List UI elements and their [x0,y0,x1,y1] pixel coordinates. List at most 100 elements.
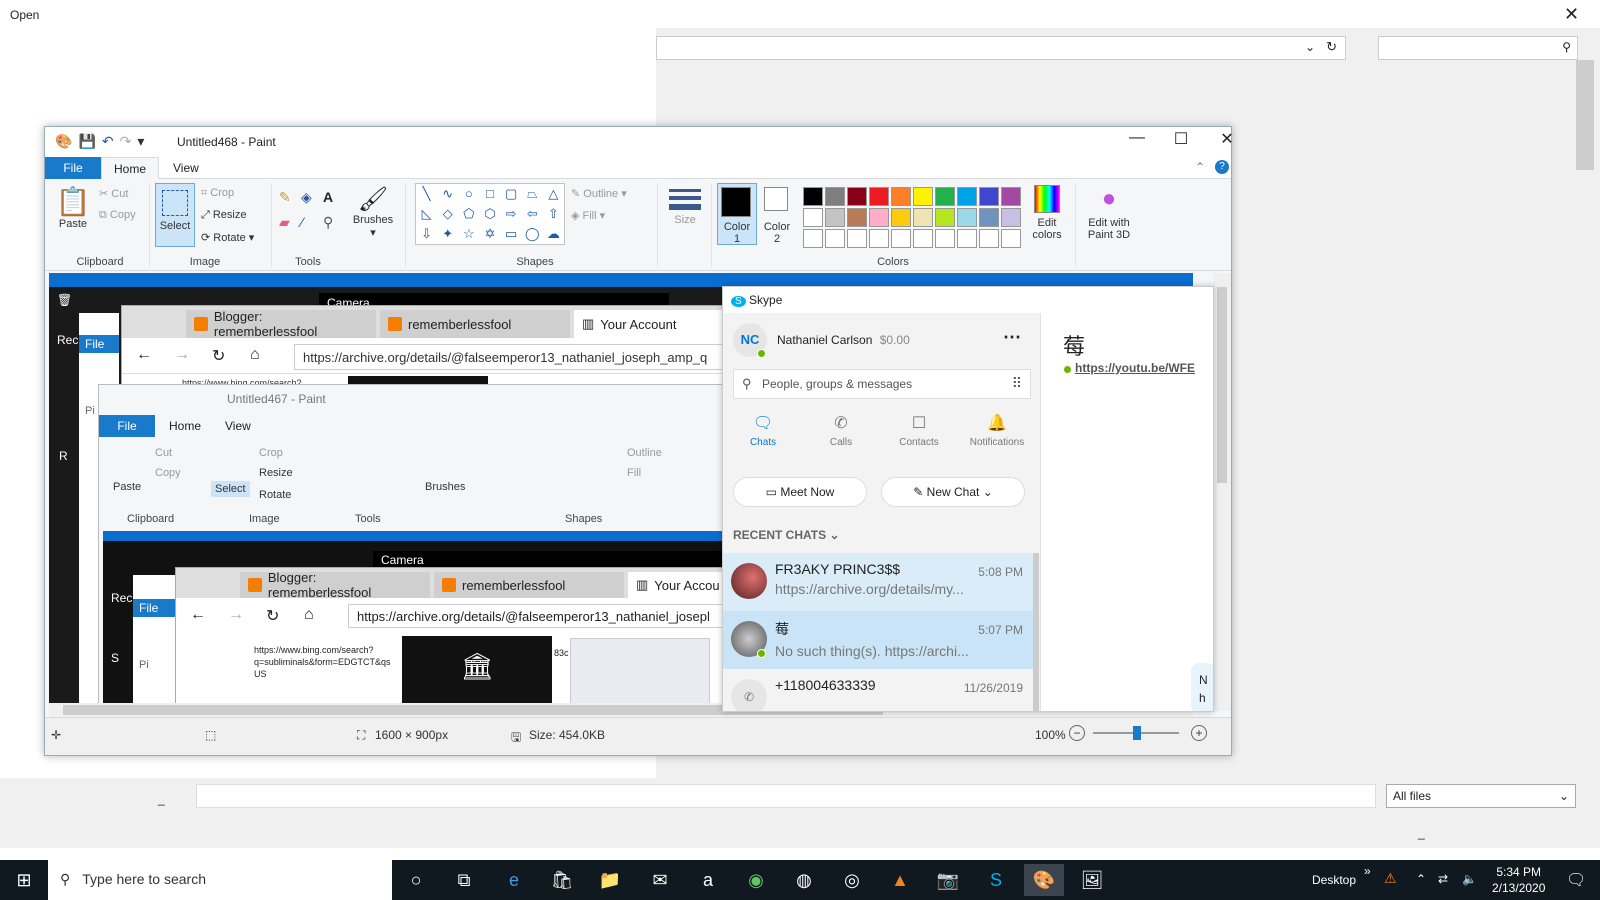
more-options-icon[interactable]: ⋯ [1003,327,1021,348]
tab-file[interactable]: File [45,157,101,179]
magnifier-icon[interactable]: ⚲ [323,214,345,231]
clock[interactable]: 5:34 PM 2/13/2020 [1492,864,1545,896]
cortana-icon[interactable]: ○ [396,864,436,896]
color-swatch[interactable] [935,187,955,206]
redo-icon[interactable]: ↷ [120,133,132,150]
color-swatch[interactable] [825,187,845,206]
tab-home[interactable]: Home [101,157,160,179]
fill-button[interactable]: ◈ Fill ▾ [571,209,605,222]
color2-button[interactable] [764,187,788,211]
meet-now-button[interactable]: ▭ Meet Now [733,477,867,507]
network-icon[interactable]: ⇄ [1438,872,1448,886]
profile-name[interactable]: Nathaniel Carlson $0.00 [777,333,910,347]
close-icon[interactable]: ✕ [1564,4,1579,25]
paste-button[interactable]: 📋 Paste [55,185,91,230]
nav-calls[interactable]: ✆ Calls [803,413,879,448]
text-icon[interactable]: A [323,189,345,206]
nav-notifications[interactable]: 🔔 Notifications [959,413,1035,448]
photos-icon[interactable]: 🖼 [1072,864,1112,896]
tab-view[interactable]: View [161,157,211,179]
action-center-icon[interactable]: 🗨 [1566,870,1586,890]
list-item[interactable]: 莓 No such thing(s). https://archi... 5:0… [723,611,1033,669]
color-picker-icon[interactable]: ⁄ [301,214,323,231]
store-icon[interactable]: 🛍 [542,864,582,896]
maximize-icon[interactable]: ☐ [1161,129,1201,149]
color-swatch[interactable] [847,187,867,206]
chevron-down-icon[interactable]: ⌄ [1305,40,1315,54]
help-icon[interactable]: ? [1215,160,1229,174]
scrollbar-thumb[interactable] [1217,287,1227,483]
shapes-gallery[interactable]: ╲ ∿ ○ □ ▢ ⏢ △ ◺ ◇ ⬠ ⬡ ⇨ ⇦ ⇧ ⇩ ✦ ☆ ✡ ▭ ◯ ☁ [415,183,565,245]
collapse-ribbon-icon[interactable]: ⌃ [1195,160,1205,174]
customize-icon[interactable]: ▾ [137,133,144,150]
size-button[interactable]: Size [665,185,705,226]
eraser-icon[interactable]: ▰ [279,214,301,231]
vlc-icon[interactable]: ▲ [880,864,920,896]
edit-colors-button[interactable]: Edit colors [1025,185,1069,241]
fill-bucket-icon[interactable]: ◈ [301,189,323,206]
mail-icon[interactable]: ✉ [640,864,680,896]
edit-with-paint3d-button[interactable]: ● Edit with Paint 3D [1079,185,1139,241]
color-swatch[interactable] [803,208,823,227]
scrollbar-thumb[interactable] [1576,60,1594,170]
chevron-up-icon[interactable]: ⌃ [1416,872,1426,886]
color-swatch[interactable] [825,208,845,227]
address-bar[interactable]: ⌄ ↻ [656,36,1346,60]
camera-icon[interactable]: 📷 [928,864,968,896]
color-swatch[interactable] [979,187,999,206]
color-swatch[interactable] [913,229,933,248]
people-search-input[interactable]: ⚲ People, groups & messages ⠿ [733,369,1031,399]
close-icon[interactable]: ✕ [1207,129,1247,149]
resize-button[interactable]: ⤢ Resize [201,209,246,222]
nav-chats[interactable]: 🗨 Chats [725,413,801,448]
refresh-icon[interactable]: ↻ [1326,39,1337,55]
color-swatch[interactable] [913,208,933,227]
paint-app-icon[interactable]: 🎨 [55,133,72,150]
color-swatch[interactable] [957,229,977,248]
file-name-input[interactable] [196,784,1376,808]
color-app-icon[interactable]: ◎ [832,864,872,896]
file-type-select[interactable]: All files ⌄ [1386,784,1576,808]
amazon-icon[interactable]: a [688,864,728,896]
zoom-slider-thumb[interactable] [1133,726,1141,740]
dialpad-icon[interactable]: ⠿ [1012,375,1022,392]
color-swatch[interactable] [1001,229,1021,248]
color-swatch[interactable] [891,187,911,206]
windows-start-icon[interactable]: ⊞ [0,860,48,900]
color-swatch[interactable] [1001,208,1021,227]
crop-button[interactable]: ⌗ Crop [201,187,234,200]
nav-contacts[interactable]: ☐ Contacts [881,413,957,448]
cut-button[interactable]: ✂ Cut [99,187,128,200]
color-palette[interactable] [803,187,1021,248]
notification-app-icon[interactable]: ⚠ [1384,870,1397,887]
color-swatch[interactable] [825,229,845,248]
color-swatch[interactable] [891,229,911,248]
chevron-right-icon[interactable]: » [1364,864,1371,878]
paint-taskbar-icon[interactable]: 🎨 [1024,864,1064,896]
recent-chats-header[interactable]: RECENT CHATS ⌄ [733,528,840,542]
color-swatch[interactable] [847,229,867,248]
desktop-toolbar-label[interactable]: Desktop [1312,873,1356,887]
color-swatch[interactable] [913,187,933,206]
skype-taskbar-icon[interactable]: S [976,864,1016,896]
taskbar-search[interactable]: ⚲ Type here to search [48,860,392,900]
edge-icon[interactable]: e [494,864,534,896]
color-swatch[interactable] [957,187,977,206]
pencil-icon[interactable]: ✎ [279,189,301,206]
color-swatch[interactable] [803,229,823,248]
color-swatch[interactable] [935,229,955,248]
brushes-button[interactable]: 🖌 Brushes ▾ [351,185,395,239]
undo-icon[interactable]: ↶ [102,133,114,150]
task-view-icon[interactable]: ⧉ [444,864,484,896]
media-icon[interactable]: ◍ [784,864,824,896]
list-item[interactable]: ✆ +118004633339 11/26/2019 [723,669,1033,711]
color-swatch[interactable] [847,208,867,227]
color-swatch[interactable] [869,187,889,206]
rotate-button[interactable]: ⟳ Rotate ▾ [201,231,254,244]
color-swatch[interactable] [979,229,999,248]
color-swatch[interactable] [803,187,823,206]
search-input[interactable]: ⚲ [1378,36,1578,60]
select-button[interactable]: Select [155,183,195,247]
file-explorer-icon[interactable]: 📁 [590,864,630,896]
zoom-in-icon[interactable]: + [1191,725,1207,741]
